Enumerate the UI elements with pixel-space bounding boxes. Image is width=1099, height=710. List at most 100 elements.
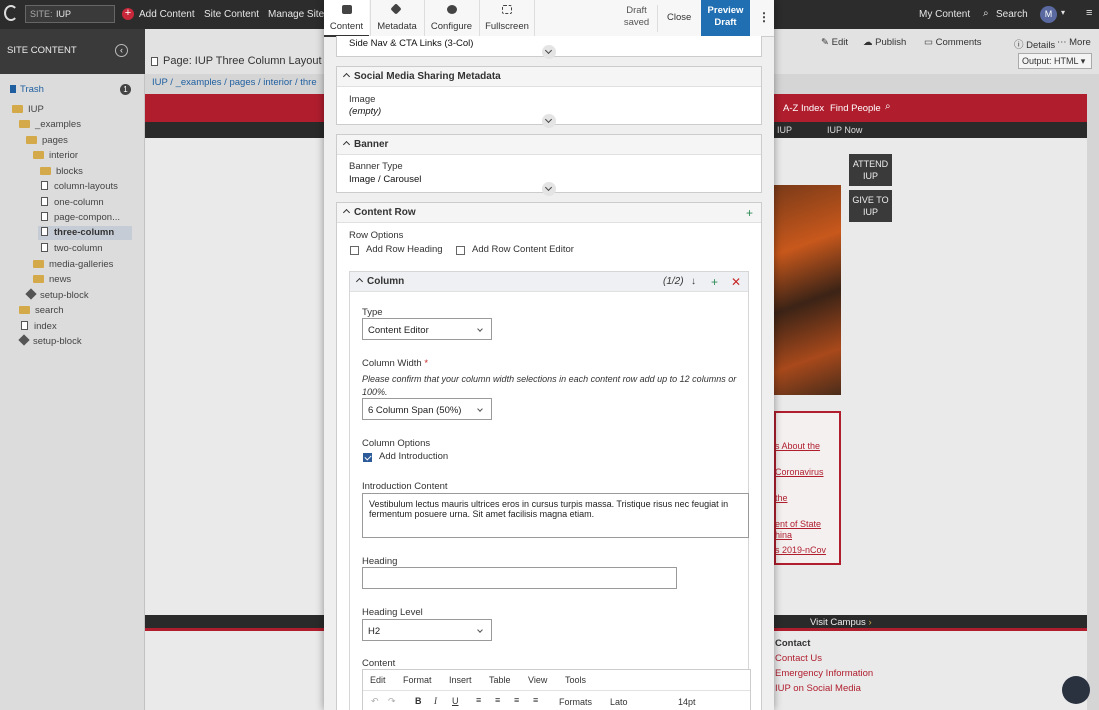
tree-item-trash[interactable]: Trash [10, 83, 44, 97]
tab-content[interactable]: Content [324, 0, 369, 37]
align-center-icon[interactable]: ≡ [495, 695, 500, 705]
tree-item[interactable]: interior [33, 149, 78, 163]
chat-widget-icon[interactable] [1062, 676, 1090, 704]
column-header[interactable]: Column (1/2) ↓ + ✕ [350, 272, 748, 292]
tree-item[interactable]: column-layouts [41, 180, 118, 194]
tree-item[interactable]: IUP [12, 103, 44, 117]
kebab-menu-icon[interactable]: ⋮ [758, 10, 770, 24]
preview-callout-link[interactable]: hina [775, 530, 792, 540]
tree-item[interactable]: setup-block [18, 334, 82, 349]
introduction-content-textarea[interactable]: Vestibulum lectus mauris ultrices eros i… [362, 493, 749, 538]
search-link[interactable]: Search [996, 9, 1028, 20]
align-right-icon[interactable]: ≡ [514, 695, 519, 705]
type-select[interactable]: Content Editor [362, 318, 492, 340]
preview-callout-link[interactable]: s About the [775, 441, 820, 451]
editor-menu-edit[interactable]: Edit [370, 675, 386, 685]
contact-link[interactable]: Emergency Information [775, 668, 873, 679]
chevron-down-icon[interactable] [542, 45, 556, 59]
preview-callout-link[interactable]: s 2019-nCov [775, 545, 826, 555]
breadcrumb-item[interactable]: _examples [176, 77, 222, 88]
font-family-dropdown[interactable]: Lato [610, 697, 628, 707]
breadcrumb-item[interactable]: pages [229, 77, 255, 88]
preview-callout-link[interactable]: ent of State [775, 519, 821, 529]
tab-metadata[interactable]: Metadata [370, 0, 423, 37]
undo-icon[interactable]: ↶ [371, 696, 379, 707]
editor-menu-view[interactable]: View [528, 675, 547, 685]
italic-icon[interactable]: I [434, 696, 437, 706]
app-logo-icon[interactable] [4, 5, 18, 21]
add-row-content-editor-checkbox[interactable] [456, 246, 465, 255]
align-left-icon[interactable]: ≡ [476, 695, 481, 705]
breadcrumb-item[interactable]: IUP [152, 77, 168, 88]
redo-icon[interactable]: ↷ [388, 696, 396, 707]
underline-icon[interactable]: U [452, 696, 459, 706]
tree-item[interactable]: news [33, 273, 71, 287]
collapse-sidebar-icon[interactable]: ‹ [115, 44, 128, 57]
add-content-icon[interactable]: + [122, 8, 134, 20]
tree-item[interactable]: media-galleries [33, 258, 113, 272]
attend-iup-button[interactable]: ATTEND IUP [849, 154, 892, 186]
tree-item[interactable]: index [21, 320, 57, 334]
preview-subnav-link[interactable]: IUP Now [827, 125, 862, 135]
editor-menu-tools[interactable]: Tools [565, 675, 586, 685]
tree-item[interactable]: pages [26, 134, 68, 148]
search-icon[interactable]: ⌕ [983, 8, 989, 19]
remove-icon[interactable]: ✕ [731, 272, 741, 292]
more-action[interactable]: ⋯ More [1057, 37, 1091, 48]
tab-fullscreen[interactable]: Fullscreen [479, 0, 535, 37]
breadcrumb-item[interactable]: interior [263, 77, 292, 88]
tree-item[interactable]: search [19, 304, 64, 318]
manage-site-link[interactable]: Manage Site [268, 9, 324, 20]
avatar[interactable]: M [1040, 6, 1057, 23]
avatar-chevron-icon[interactable]: ▾ [1061, 8, 1065, 17]
preview-nav-link[interactable]: A-Z Index [783, 103, 824, 114]
column-width-select[interactable]: 6 Column Span (50%) [362, 398, 492, 420]
heading-input[interactable] [362, 567, 677, 589]
tree-item[interactable]: two-column [41, 242, 103, 256]
close-button[interactable]: Close [667, 12, 691, 23]
banner-header[interactable]: Banner [337, 135, 761, 155]
tree-item[interactable]: page-compon... [41, 211, 120, 225]
chevron-down-icon[interactable] [542, 182, 556, 196]
tree-item[interactable]: blocks [40, 165, 83, 179]
tree-item[interactable]: one-column [41, 196, 104, 210]
editor-menu-insert[interactable]: Insert [449, 675, 472, 685]
heading-level-select[interactable]: H2 [362, 619, 492, 641]
details-action[interactable]: ⓘ Details [1014, 37, 1055, 51]
editor-menu-format[interactable]: Format [403, 675, 432, 685]
visit-campus-link[interactable]: Visit Campus › [810, 617, 872, 628]
give-to-iup-button[interactable]: GIVE TO IUP [849, 190, 892, 222]
social-media-header[interactable]: Social Media Sharing Metadata [337, 67, 761, 87]
chevron-down-icon[interactable] [542, 114, 556, 128]
preview-callout-link[interactable]: the [775, 493, 788, 503]
preview-nav-link[interactable]: Find People [830, 103, 881, 114]
preview-draft-button[interactable]: Preview Draft [701, 0, 750, 37]
preview-search-icon[interactable]: ⌕ [885, 101, 891, 112]
align-justify-icon[interactable]: ≡ [533, 695, 538, 705]
tree-item[interactable]: setup-block [25, 288, 89, 303]
tree-item-selected[interactable]: three-column [38, 226, 132, 240]
hamburger-menu-icon[interactable]: ≡ [1086, 7, 1092, 19]
site-content-link[interactable]: Site Content [204, 9, 259, 20]
add-row-heading-checkbox[interactable] [350, 246, 359, 255]
add-introduction-checkbox[interactable] [363, 453, 372, 462]
publish-action[interactable]: ☁ Publish [863, 37, 906, 48]
output-select[interactable]: Output: HTML ▾ [1018, 53, 1092, 69]
breadcrumb-item[interactable]: thre [300, 77, 316, 88]
preview-subnav-link[interactable]: IUP [777, 125, 792, 135]
contact-link[interactable]: IUP on Social Media [775, 683, 861, 694]
font-size-dropdown[interactable]: 14pt [678, 697, 696, 707]
move-down-icon[interactable]: ↓ [691, 272, 696, 292]
preview-callout-link[interactable]: Coronavirus [775, 467, 824, 477]
comments-action[interactable]: ▭ Comments [924, 37, 982, 48]
editor-menu-table[interactable]: Table [489, 675, 511, 685]
add-content-link[interactable]: Add Content [139, 9, 195, 20]
site-selector[interactable]: SITE: IUP [25, 5, 115, 23]
formats-dropdown[interactable]: Formats [559, 697, 592, 707]
bold-icon[interactable]: B [415, 696, 422, 706]
tab-configure[interactable]: Configure [424, 0, 478, 37]
contact-link[interactable]: Contact Us [775, 653, 822, 664]
my-content-link[interactable]: My Content [919, 9, 970, 20]
add-icon[interactable]: + [711, 272, 718, 292]
content-row-header[interactable]: Content Row + [337, 203, 761, 223]
